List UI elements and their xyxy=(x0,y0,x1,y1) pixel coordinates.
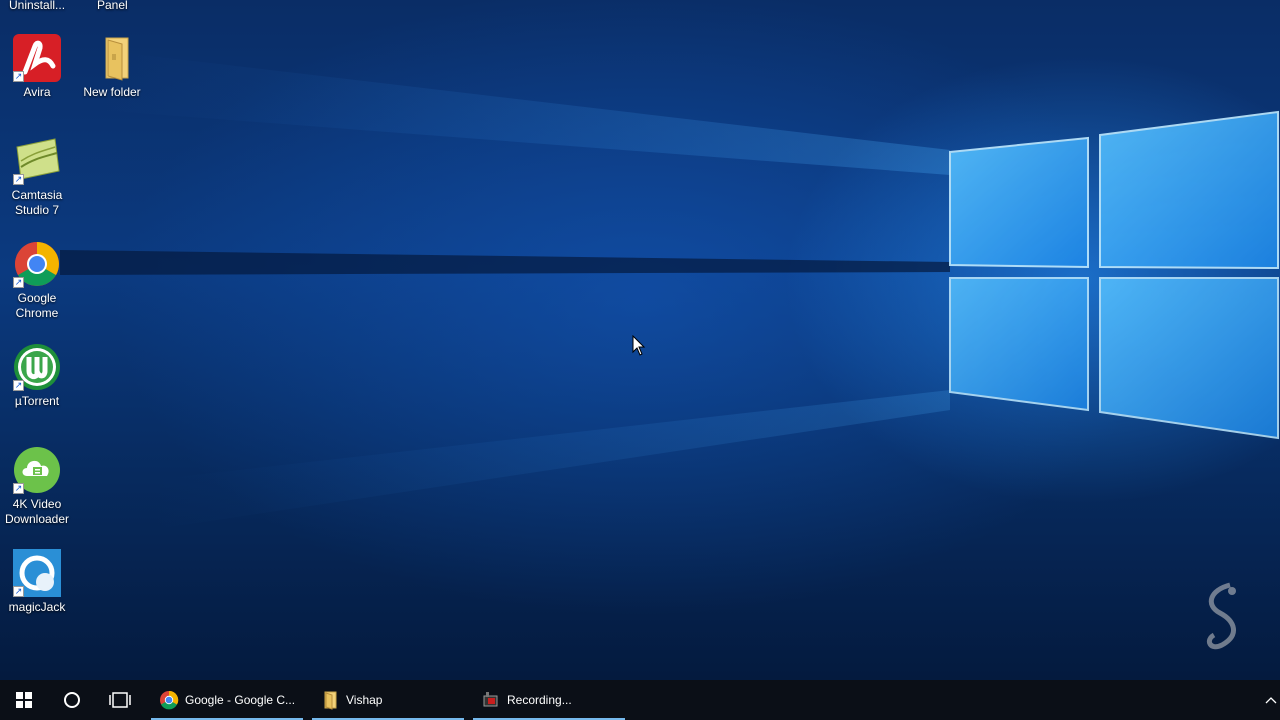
icon-label-line-2: Chrome xyxy=(15,306,59,320)
icon-label-line-2: Studio 7 xyxy=(14,203,60,217)
desktop-icon-avira[interactable]: ↗ Avira xyxy=(1,34,73,100)
cortana-circle-icon xyxy=(64,692,80,708)
icon-label: New folder xyxy=(83,85,141,99)
task-view-button[interactable] xyxy=(96,680,144,720)
shortcut-arrow-icon: ↗ xyxy=(13,71,24,82)
desktop[interactable]: Uninstall... Panel ↗ Avira New folder ↗ … xyxy=(0,0,1280,680)
taskbar-app-label: Google - Google C... xyxy=(185,693,296,707)
chrome-icon: ↗ xyxy=(13,240,61,288)
taskbar-app-recording[interactable]: Recording... xyxy=(473,680,625,720)
uninstall-shortcut-label[interactable]: Uninstall... xyxy=(9,0,65,12)
icon-label-line-1: 4K Video xyxy=(12,497,62,511)
icon-label-line-1: Google xyxy=(17,291,57,305)
camtasia-recorder-icon xyxy=(481,690,501,710)
icon-label-line-1: Camtasia xyxy=(11,188,63,202)
4k-video-downloader-icon: ↗ xyxy=(13,446,61,494)
shortcut-arrow-icon: ↗ xyxy=(13,586,24,597)
desktop-icon-utorrent[interactable]: ↗ µTorrent xyxy=(1,343,73,409)
magicjack-icon: ↗ xyxy=(13,549,61,597)
cortana-search-button[interactable] xyxy=(48,680,96,720)
icon-label-line-2: Downloader xyxy=(4,512,70,526)
taskbar-app-label: Vishap xyxy=(346,693,383,707)
start-button[interactable] xyxy=(0,680,48,720)
shortcut-arrow-icon: ↗ xyxy=(13,174,24,185)
icon-label: magicJack xyxy=(8,600,66,614)
control-panel-shortcut-label[interactable]: Panel xyxy=(97,0,128,12)
camtasia-icon: ↗ xyxy=(13,137,61,185)
chrome-icon xyxy=(159,690,179,710)
dragon-watermark xyxy=(1206,582,1236,650)
taskbar: Google - Google C... Vishap Recording... xyxy=(0,680,1280,720)
folder-icon xyxy=(320,690,340,710)
shortcut-arrow-icon: ↗ xyxy=(13,380,24,391)
taskbar-app-label: Recording... xyxy=(507,693,572,707)
icon-label: µTorrent xyxy=(14,394,60,408)
mouse-cursor-icon xyxy=(632,335,646,356)
desktop-icon-new-folder[interactable]: New folder xyxy=(76,34,148,100)
icon-label: Avira xyxy=(23,85,51,99)
desktop-icon-4k-video-downloader[interactable]: ↗ 4K Video Downloader xyxy=(1,446,73,527)
windows-logo-icon xyxy=(16,692,32,708)
show-hidden-icons-button[interactable] xyxy=(1262,680,1280,720)
desktop-icon-camtasia[interactable]: ↗ Camtasia Studio 7 xyxy=(1,137,73,218)
avira-icon: ↗ xyxy=(13,34,61,82)
taskbar-app-chrome[interactable]: Google - Google C... xyxy=(151,680,303,720)
shortcut-arrow-icon: ↗ xyxy=(13,483,24,494)
chevron-up-icon xyxy=(1265,697,1277,704)
desktop-icon-magicjack[interactable]: ↗ magicJack xyxy=(1,549,73,615)
utorrent-icon: ↗ xyxy=(13,343,61,391)
desktop-icon-google-chrome[interactable]: ↗ Google Chrome xyxy=(1,240,73,321)
folder-icon xyxy=(88,34,136,82)
task-view-icon xyxy=(109,692,131,708)
taskbar-app-vishap-folder[interactable]: Vishap xyxy=(312,680,464,720)
shortcut-arrow-icon: ↗ xyxy=(13,277,24,288)
